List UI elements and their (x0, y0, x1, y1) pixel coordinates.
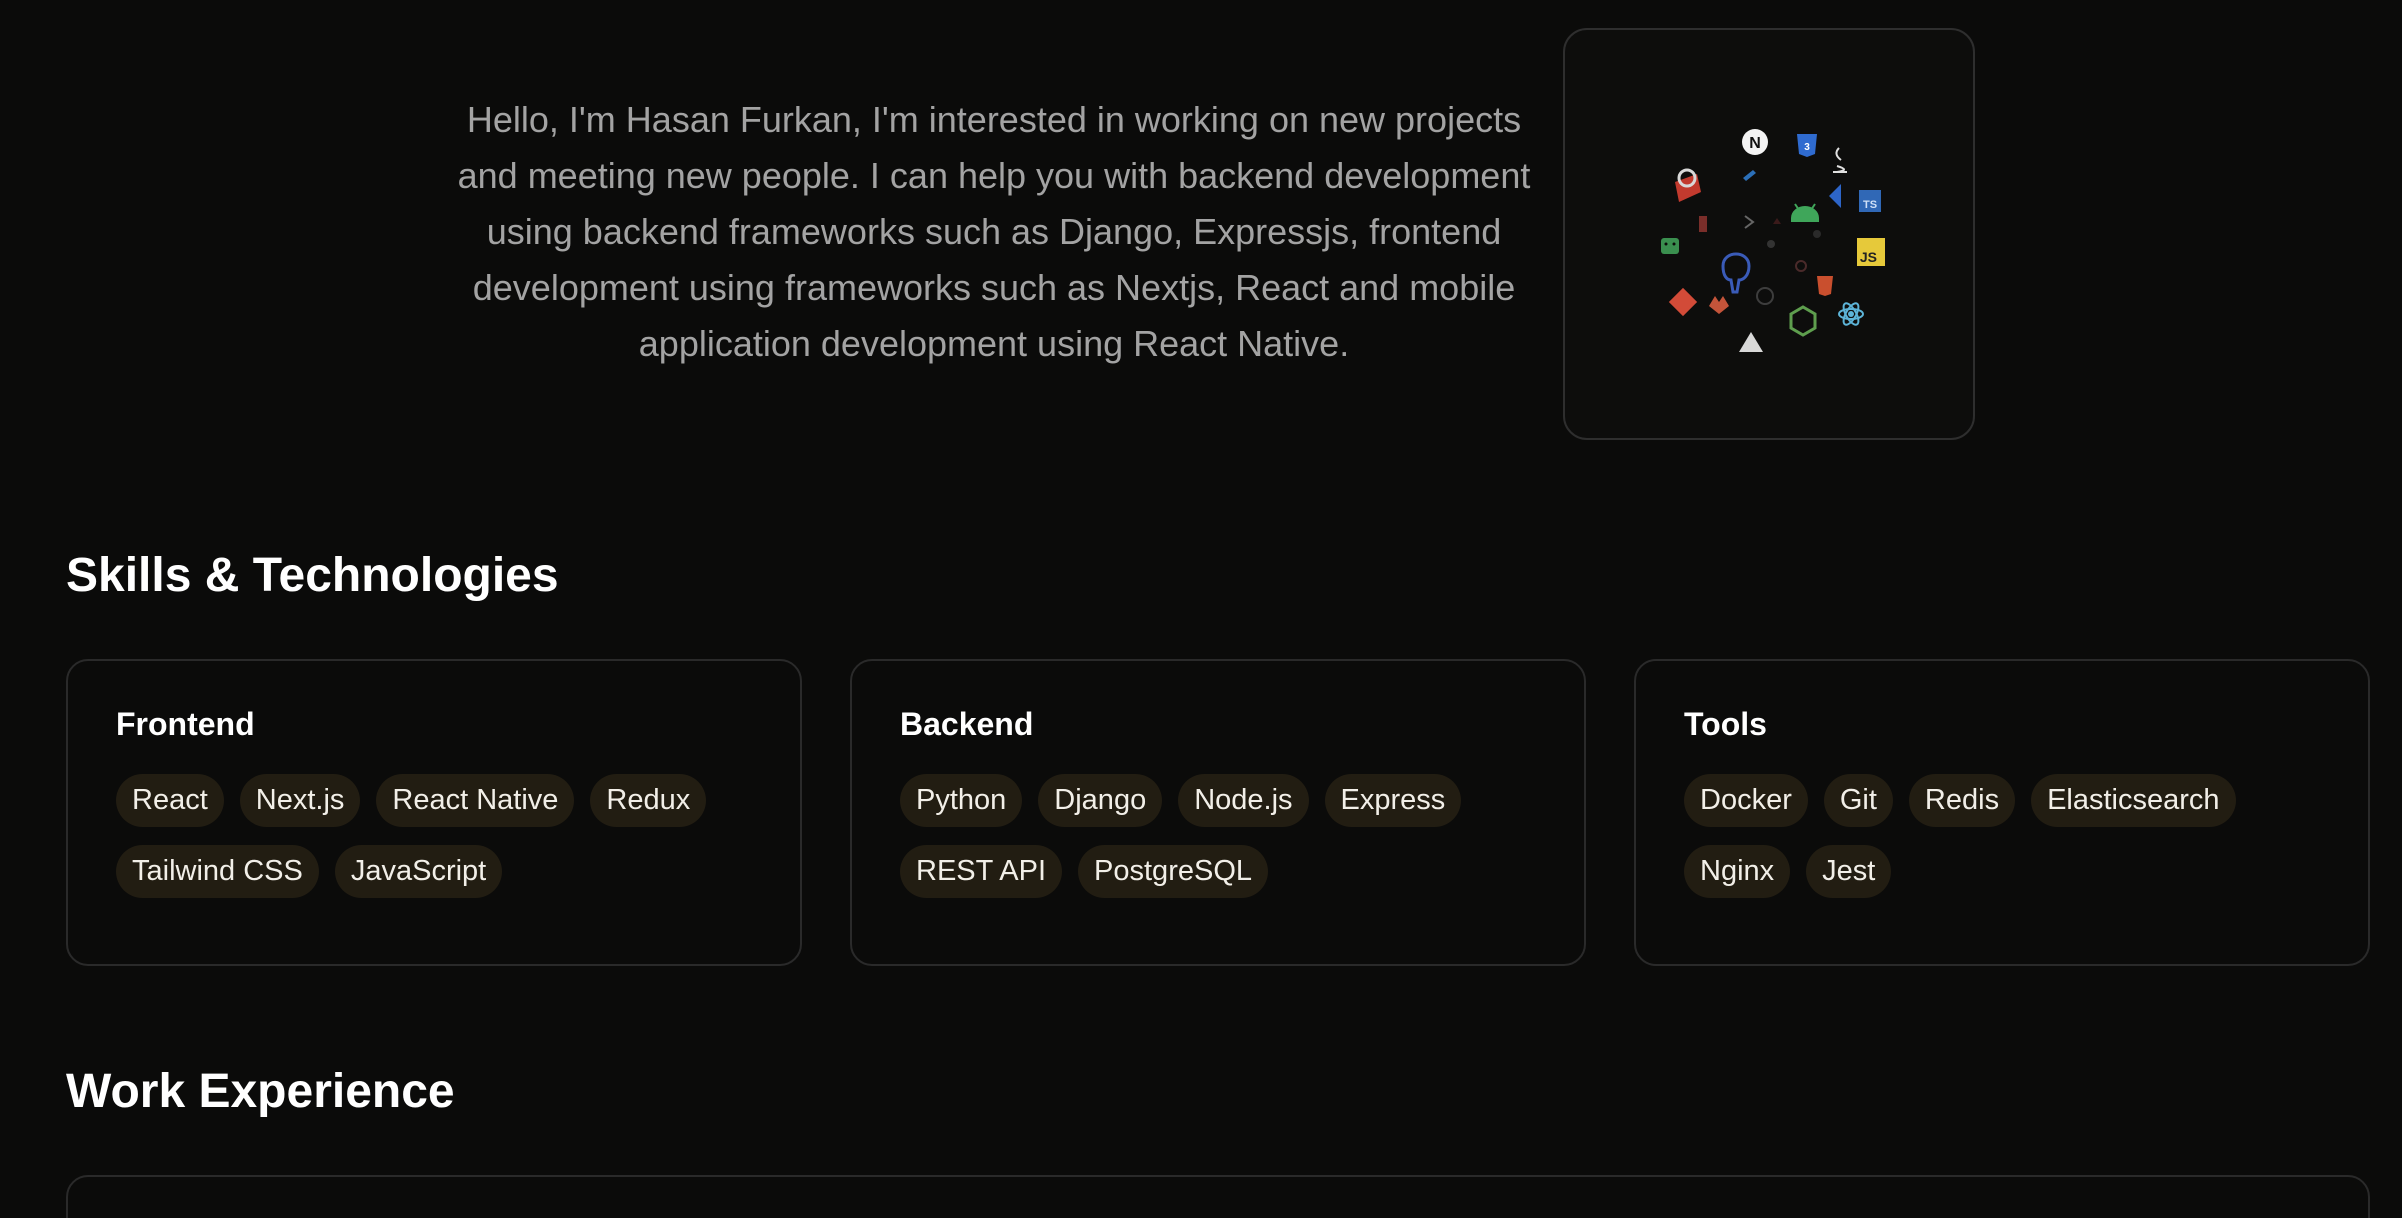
work-section-title: Work Experience (66, 1065, 455, 1118)
react-icon (1838, 302, 1864, 326)
intro-paragraph: Hello, I'm Hasan Furkan, I'm interested … (457, 99, 1531, 364)
skill-chip: Jest (1806, 845, 1892, 898)
skills-section-title: Skills & Technologies (66, 549, 559, 602)
skill-card-frontend: Frontend React Next.js React Native Redu… (66, 659, 802, 966)
misc-dim-icons (1767, 218, 1821, 272)
skill-chip: Elasticsearch (2031, 774, 2236, 827)
svg-text:JS: JS (1860, 249, 1877, 265)
skill-chip-list: Python Django Node.js Express REST API P… (900, 774, 1520, 898)
typescript-icon: TS (1859, 190, 1881, 212)
skill-chip-list: React Next.js React Native Redux Tailwin… (116, 774, 736, 898)
skill-chip: Nginx (1684, 845, 1791, 898)
vscode-icon (1744, 215, 1755, 229)
flutter-icon (1743, 170, 1756, 181)
svg-text:TS: TS (1863, 199, 1877, 211)
figma-icon (1699, 216, 1707, 232)
git-icon (1668, 287, 1698, 317)
docker-icon (1756, 287, 1774, 305)
portfolio-page: Hello, I'm Hasan Furkan, I'm interested … (0, 0, 2402, 1218)
gitlab-icon (1709, 296, 1729, 314)
skill-chip: Next.js (239, 774, 361, 827)
skill-card-tools: Tools Docker Git Redis Elasticsearch Ngi… (1634, 659, 2370, 966)
skill-chip: PostgreSQL (1078, 845, 1269, 898)
skill-chip: Tailwind CSS (116, 845, 319, 898)
vercel-icon (1739, 332, 1763, 352)
javascript-icon: JS (1857, 238, 1885, 266)
skill-chip-list: Docker Git Redis Elasticsearch Nginx Jes… (1684, 774, 2304, 898)
work-experience-card (66, 1175, 2370, 1218)
skill-card-title: Tools (1684, 706, 1767, 742)
skill-chip: Django (1038, 774, 1163, 827)
skill-chip: Express (1324, 774, 1462, 827)
postgresql-icon (1721, 252, 1751, 294)
skill-card-title: Frontend (116, 706, 255, 742)
skill-chip: Redis (1908, 774, 2016, 827)
kotlin-icon (1829, 184, 1841, 208)
java-icon (1833, 147, 1847, 173)
html5-icon (1817, 276, 1833, 296)
android-icon (1791, 203, 1819, 222)
svg-text:3: 3 (1804, 142, 1810, 153)
css3-icon: 3 (1797, 134, 1817, 157)
skill-chip: Node.js (1178, 774, 1309, 827)
skill-card-title: Backend (900, 706, 1034, 742)
android-alt-icon (1661, 238, 1679, 254)
redis-icon (1675, 168, 1701, 202)
tech-icon-cloud[interactable]: N 3 TS JS (1563, 28, 1975, 440)
nextjs-icon: N (1742, 129, 1768, 155)
skill-chip: React Native (376, 774, 575, 827)
skill-chip: Python (900, 774, 1023, 827)
svg-text:N: N (1749, 135, 1761, 152)
skill-chip: Redux (590, 774, 707, 827)
skill-chip: Docker (1684, 774, 1808, 827)
skill-card-backend: Backend Python Django Node.js Express RE… (850, 659, 1586, 966)
nodejs-icon (1789, 305, 1817, 337)
skill-chip: JavaScript (334, 845, 503, 898)
skill-chip: Git (1823, 774, 1893, 827)
skill-chip: REST API (900, 845, 1063, 898)
skill-chip: React (116, 774, 224, 827)
